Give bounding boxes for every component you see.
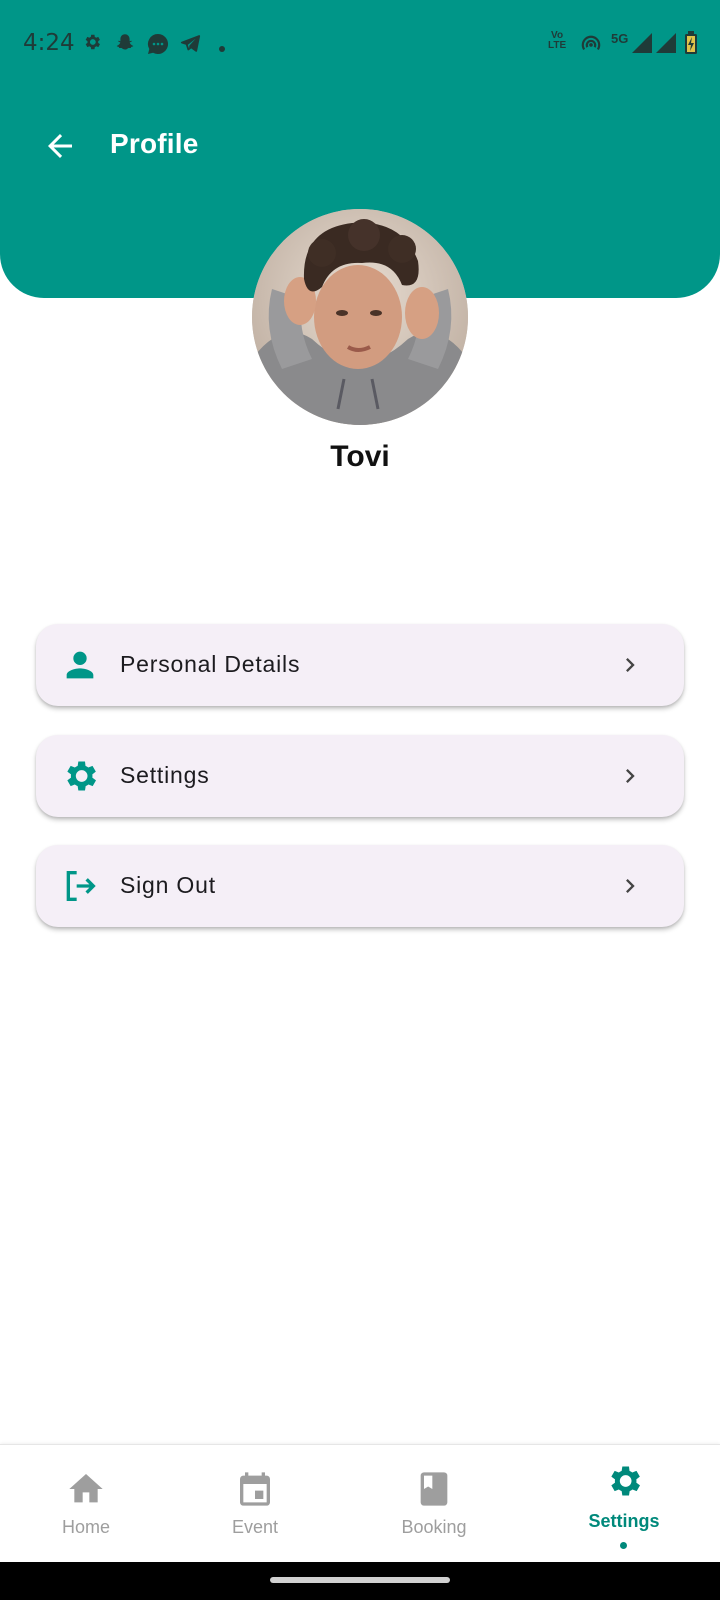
menu-item-personal-details[interactable]: Personal Details <box>36 624 684 706</box>
user-name: Tovi <box>330 440 390 473</box>
home-gesture-handle[interactable] <box>270 1577 450 1583</box>
nav-item-event[interactable]: Event <box>205 1445 305 1563</box>
nav-label: Settings <box>588 1511 660 1531</box>
volte-label-bottom: LTE <box>548 40 567 51</box>
calendar-icon <box>235 1469 275 1509</box>
snapchat-icon <box>114 32 136 59</box>
menu-item-label: Settings <box>120 762 210 788</box>
nav-label: Home <box>61 1517 110 1537</box>
nav-item-settings[interactable]: Settings <box>574 1445 674 1563</box>
nav-label: Booking <box>401 1517 467 1537</box>
active-indicator-dot <box>620 1542 627 1549</box>
signal-icon <box>656 33 676 58</box>
chevron-right-icon <box>616 762 644 790</box>
dot-icon <box>218 40 226 58</box>
telegram-icon <box>178 32 202 59</box>
battery-charging-icon <box>684 31 698 60</box>
nav-item-booking[interactable]: Booking <box>384 1445 484 1563</box>
menu-item-sign-out[interactable]: Sign Out <box>36 845 684 927</box>
page-title: Profile <box>110 128 199 159</box>
bottom-navigation: Home Event Booking Settings <box>0 1444 720 1563</box>
status-time: 4:24 <box>23 30 75 56</box>
signal-5g-icon <box>632 33 652 58</box>
status-bar: 4:24 Vo LTE 5G <box>0 0 720 90</box>
menu-item-settings[interactable]: Settings <box>36 735 684 817</box>
network-type-label: 5G <box>611 31 629 46</box>
book-icon <box>414 1469 454 1509</box>
home-icon <box>66 1469 106 1509</box>
system-gesture-bar <box>0 1562 720 1600</box>
gear-icon <box>60 756 100 796</box>
menu-item-label: Personal Details <box>120 651 301 677</box>
chevron-right-icon <box>616 651 644 679</box>
person-icon <box>60 645 100 685</box>
logout-icon <box>60 866 100 906</box>
avatar <box>252 209 468 425</box>
menu-item-label: Sign Out <box>120 872 216 898</box>
chevron-right-icon <box>616 872 644 900</box>
back-button[interactable] <box>42 128 78 164</box>
gear-icon <box>604 1461 644 1501</box>
arrow-back-icon <box>48 134 72 158</box>
nav-label: Event <box>231 1517 279 1537</box>
nav-item-home[interactable]: Home <box>36 1445 136 1563</box>
messages-icon <box>146 32 170 61</box>
volte-icon: Vo LTE <box>548 31 566 51</box>
gear-icon <box>82 32 102 57</box>
hotspot-icon <box>580 34 602 59</box>
